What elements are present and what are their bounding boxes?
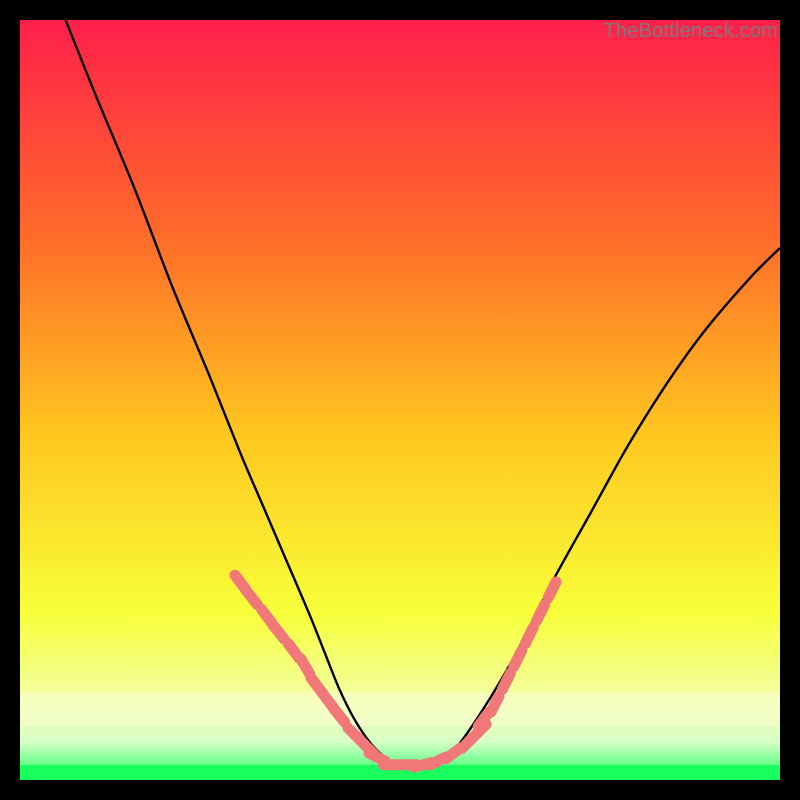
bottleneck-chart	[20, 20, 780, 780]
pale-band	[20, 692, 780, 726]
data-marker	[491, 696, 499, 712]
data-marker	[514, 650, 522, 666]
data-marker	[525, 628, 533, 644]
gradient-background	[20, 20, 780, 780]
watermark-text: TheBottleneck.com	[603, 20, 778, 43]
data-marker	[548, 582, 556, 598]
data-marker	[502, 673, 510, 689]
data-marker	[537, 605, 545, 621]
chart-frame: TheBottleneck.com	[20, 20, 780, 780]
